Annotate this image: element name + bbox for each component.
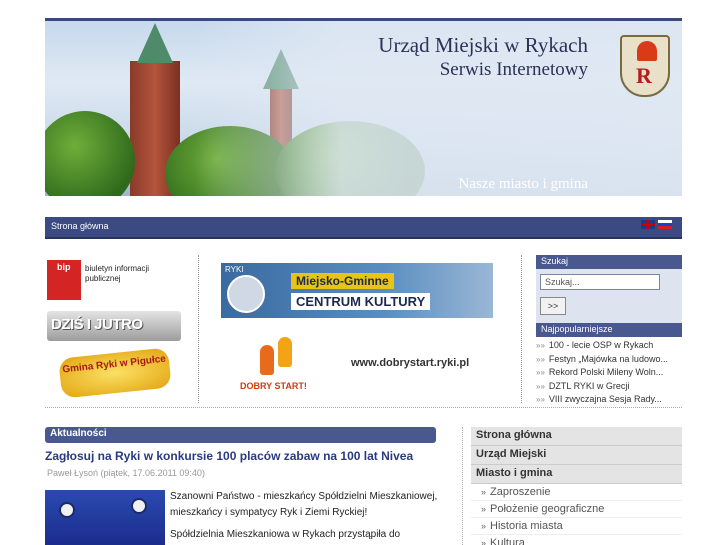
nav-home-link[interactable]: Strona główna	[51, 221, 109, 231]
main-navbar: Strona główna	[45, 217, 682, 239]
site-motto: Nasze miasto i gmina	[458, 176, 588, 192]
divider	[462, 427, 463, 545]
coat-of-arms-icon[interactable]: R	[620, 35, 670, 97]
menu-item[interactable]: » Zaproszenie	[471, 484, 682, 501]
dobry-start-link[interactable]: www.dobrystart.ryki.pl	[351, 357, 469, 369]
chevron-right-icon: »	[481, 487, 487, 497]
news-article-image[interactable]	[45, 490, 165, 545]
partner-logos: bip biuletyn informacji publicznej DZIŚ …	[45, 255, 185, 405]
bip-logo-icon: bip	[47, 260, 81, 300]
center-banners: RYKI Miejsko-Gminne CENTRUM KULTURY DOBR…	[215, 255, 515, 405]
site-banner: Urząd Miejski w Rykach Serwis Internetow…	[45, 18, 682, 196]
dobry-start-logo[interactable]: DOBRY START!	[240, 333, 310, 393]
popular-item[interactable]: »» Festyn „Majówka na ludowo...	[536, 353, 682, 367]
popular-list: »» 100 - lecie OSP w Rykach »» Festyn „Maj…	[536, 337, 682, 407]
language-switcher	[641, 220, 672, 229]
popular-header: Najpopularniejsze	[536, 323, 682, 337]
menu-city[interactable]: Miasto i gmina	[471, 465, 682, 484]
popular-item[interactable]: »» Rekord Polski Mileny Woln...	[536, 366, 682, 380]
russian-flag-icon[interactable]	[658, 220, 672, 229]
mgck-logo-icon	[227, 275, 265, 313]
divider	[521, 255, 522, 403]
double-chevron-icon: »»	[536, 381, 545, 391]
bip-banner[interactable]: bip biuletyn informacji publicznej	[47, 260, 162, 302]
double-chevron-icon: »»	[536, 395, 545, 404]
menu-home[interactable]: Strona główna	[471, 427, 682, 446]
search-box: >>	[536, 269, 682, 323]
english-flag-icon[interactable]	[641, 220, 655, 229]
church-spire-image	[137, 23, 173, 63]
chevron-right-icon: »	[481, 538, 487, 545]
menu-office[interactable]: Urząd Miejski	[471, 446, 682, 465]
dzis-i-jutro-banner[interactable]: DZIŚ I JUTRO	[47, 311, 181, 341]
gmina-ryki-banner[interactable]: Gmina Ryki w Pigułce	[58, 347, 172, 399]
menu-item[interactable]: » Kultura	[471, 535, 682, 545]
double-chevron-icon: »»	[536, 368, 545, 377]
search-submit-button[interactable]: >>	[540, 297, 566, 315]
chevron-right-icon: »	[481, 521, 487, 531]
chevron-right-icon: »	[481, 504, 487, 514]
news-article-title[interactable]: Zagłosuj na Ryki w konkursie 100 placów …	[45, 449, 413, 463]
right-sidebar: Szukaj >> Najpopularniejsze »»100 - leci…	[536, 255, 682, 405]
search-input[interactable]	[540, 274, 660, 290]
popular-item[interactable]: »» DZTL RYKI w Grecji	[536, 380, 682, 394]
side-menu: Strona główna Urząd Miejski Miasto i gmi…	[471, 427, 682, 545]
menu-item[interactable]: » Położenie geograficzne	[471, 501, 682, 518]
site-subtitle: Serwis Internetowy	[439, 59, 588, 80]
menu-item[interactable]: » Historia miasta	[471, 518, 682, 535]
news-article-body: Szanowni Państwo - mieszkańcy Spółdzieln…	[170, 491, 438, 540]
divider	[198, 255, 199, 403]
site-title: Urząd Miejski w Rykach	[378, 33, 588, 57]
popular-item[interactable]: »» VIII zwyczajna Sesja Rady...	[536, 393, 682, 407]
popular-item[interactable]: »» 100 - lecie OSP w Rykach	[536, 339, 682, 353]
mgck-banner[interactable]: RYKI Miejsko-Gminne CENTRUM KULTURY	[221, 263, 493, 318]
search-header: Szukaj	[536, 255, 682, 269]
news-section-header: Aktualności	[45, 427, 436, 443]
divider	[45, 407, 682, 408]
double-chevron-icon: »»	[536, 341, 545, 350]
double-chevron-icon: »»	[536, 354, 545, 364]
news-article-meta: Paweł Łysoń (piątek, 17.06.2011 09:40)	[47, 468, 205, 478]
